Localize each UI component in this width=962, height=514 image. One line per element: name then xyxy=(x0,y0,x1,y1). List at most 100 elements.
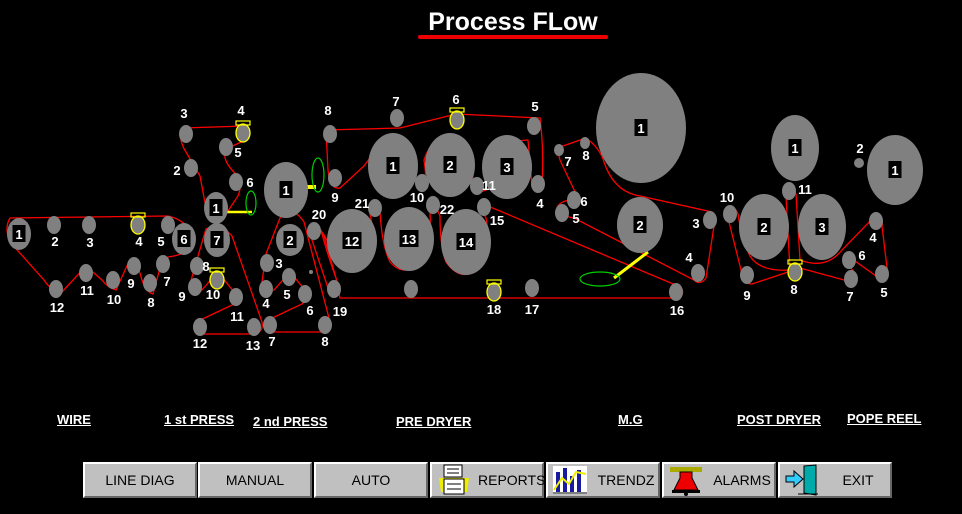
predryer-roll-19 xyxy=(327,280,341,298)
press1-roll-13 xyxy=(247,318,261,336)
predryer-roll-21-label: 21 xyxy=(355,196,369,211)
wire-roll-12-label: 12 xyxy=(50,300,64,315)
mg-suction-box xyxy=(579,271,621,287)
mg-roll-4 xyxy=(691,264,705,282)
wire-roll-7 xyxy=(156,255,170,273)
section-link-pope-reel[interactable]: POPE REEL xyxy=(847,411,921,426)
section-link-2nd-press[interactable]: 2 nd PRESS xyxy=(253,414,327,429)
press1-roll-11 xyxy=(229,288,243,306)
mg-roll-4-label: 4 xyxy=(685,250,693,265)
postdryer-roll-7-label: 7 xyxy=(846,289,853,304)
postdryer-roll-10 xyxy=(723,205,737,223)
press2-small-roll xyxy=(309,270,313,274)
mg-roll-3 xyxy=(703,211,717,229)
mg-roll-5 xyxy=(555,204,569,222)
press1-roll-10-label: 10 xyxy=(206,287,220,302)
wire-roll-4 xyxy=(130,215,146,235)
manual-button[interactable]: MANUAL xyxy=(198,462,312,498)
press1-roll-12 xyxy=(193,318,207,336)
predryer-roll-9 xyxy=(328,169,342,187)
wire-roll-2 xyxy=(47,216,61,234)
alarms-button[interactable]: ALARMS xyxy=(662,462,776,498)
predryer-roll-17 xyxy=(525,279,539,297)
section-link-wire[interactable]: WIRE xyxy=(57,412,91,427)
predryer-roll-16 xyxy=(669,283,683,301)
press1-roll-6-label: 6 xyxy=(246,175,253,190)
reports-button[interactable]: REPORTS xyxy=(430,462,546,498)
predryer-roll-8 xyxy=(323,125,337,143)
popereel-roll-2-label: 2 xyxy=(856,141,863,156)
trend-chart-icon xyxy=(553,466,587,494)
button-label: EXIT xyxy=(842,472,874,488)
postdryer-roll-11-label: 11 xyxy=(798,182,812,197)
mg-roll-6 xyxy=(567,191,581,209)
line-diag-button[interactable]: LINE DIAG xyxy=(83,462,197,498)
postdryer-roll-2-label: 2 xyxy=(760,220,767,235)
auto-button[interactable]: AUTO xyxy=(314,462,428,498)
button-label: LINE DIAG xyxy=(105,472,175,488)
press2-roll-3 xyxy=(260,254,274,272)
predryer-roll-2-label: 2 xyxy=(446,158,453,173)
button-label: AUTO xyxy=(351,472,391,488)
predryer-roll-5 xyxy=(527,117,541,135)
postdryer-roll-3-label: 3 xyxy=(818,220,825,235)
press1-roll-12-label: 12 xyxy=(193,336,207,351)
press2-roll-8-label: 8 xyxy=(321,334,328,349)
postdryer-roll-6 xyxy=(842,251,856,269)
press1-roll-9 xyxy=(188,278,202,296)
press1-roll-8-label: 8 xyxy=(202,259,209,274)
postdryer-roll-9-label: 9 xyxy=(743,288,750,303)
section-link-pre-dryer[interactable]: PRE DRYER xyxy=(396,414,471,429)
press1-roll-7-label: 7 xyxy=(213,233,220,248)
predryer-roll-20-label: 20 xyxy=(312,207,326,222)
predryer-roll-21 xyxy=(368,199,382,217)
postdryer-roll-4-label: 4 xyxy=(869,230,877,245)
predryer-roll-22 xyxy=(426,196,440,214)
button-label: TRENDZ xyxy=(597,472,655,488)
press1-roll-4-label: 4 xyxy=(237,103,245,118)
section-link-mg[interactable]: M.G xyxy=(618,412,643,427)
predryer-roll-17-label: 17 xyxy=(525,302,539,317)
popereel-roll-2 xyxy=(854,158,864,168)
wire-roll-2-label: 2 xyxy=(51,234,58,249)
predryer-roll-6-label: 6 xyxy=(452,92,459,107)
exit-button[interactable]: EXIT xyxy=(778,462,892,498)
postdryer-roll-4 xyxy=(869,212,883,230)
mg-roll-2-label: 2 xyxy=(636,218,643,233)
wire-roll-12 xyxy=(49,280,63,298)
press2-roll-8 xyxy=(318,316,332,334)
press2-roll-6-label: 6 xyxy=(306,303,313,318)
section-link-post-dryer[interactable]: POST DRYER xyxy=(737,412,821,427)
button-label: REPORTS xyxy=(478,472,546,488)
postdryer-roll-8-label: 8 xyxy=(790,282,797,297)
predryer-roll-8-label: 8 xyxy=(324,103,331,118)
press2-roll-7-label: 7 xyxy=(268,334,275,349)
section-link-1st-press[interactable]: 1 st PRESS xyxy=(164,412,234,427)
predryer-roll-22-label: 22 xyxy=(440,202,454,217)
predryer-roll-unlabeled xyxy=(404,280,418,298)
postdryer-roll-7 xyxy=(844,270,858,288)
predryer-roll-3-label: 3 xyxy=(503,160,510,175)
press1-roll-2-label: 2 xyxy=(173,163,180,178)
mg-roll-6-label: 6 xyxy=(580,194,587,209)
trendz-button[interactable]: TRENDZ xyxy=(546,462,660,498)
press2-roll-5 xyxy=(282,268,296,286)
predryer-roll-18-label: 18 xyxy=(487,302,501,317)
wire-roll-8 xyxy=(143,274,157,292)
button-label: MANUAL xyxy=(225,472,285,488)
predryer-roll-20 xyxy=(307,222,321,240)
report-printer-icon xyxy=(439,464,469,495)
wire-roll-7-label: 7 xyxy=(163,274,170,289)
press2-suction-box xyxy=(311,157,325,193)
predryer-roll-19-label: 19 xyxy=(333,304,347,319)
wire-roll-10-label: 10 xyxy=(107,292,121,307)
wire-roll-4-label: 4 xyxy=(135,234,143,249)
predryer-roll-7-label: 7 xyxy=(392,94,399,109)
mg-roll-1-label: 1 xyxy=(637,121,644,136)
exit-door-icon xyxy=(785,464,818,496)
predryer-roll-4 xyxy=(531,175,545,193)
wire-roll-1-label: 1 xyxy=(15,227,22,242)
press2-roll-1-label: 1 xyxy=(282,183,289,198)
press1-roll-11-label: 11 xyxy=(230,309,244,324)
mg-roll-8-label: 8 xyxy=(582,148,589,163)
